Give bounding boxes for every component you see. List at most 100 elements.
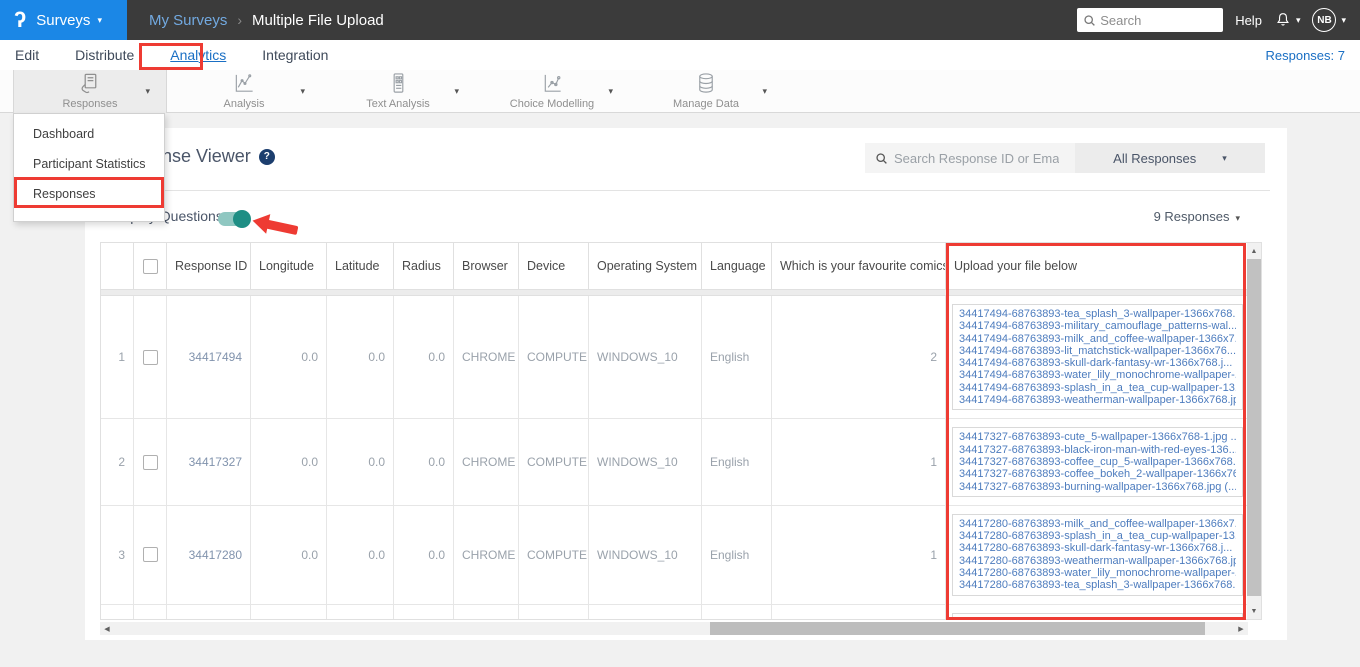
help-link[interactable]: Help [1235, 13, 1262, 28]
file-link[interactable]: 34417494-68763893-tea_splash_3-wallpaper… [959, 308, 1236, 320]
choice-modelling-icon [541, 72, 564, 95]
toolbar-analysis[interactable]: ▾ Analysis [167, 70, 321, 113]
header-operating-system[interactable]: Operating System [589, 243, 702, 289]
toolbar-manage-data[interactable]: ▾ Manage Data [629, 70, 783, 113]
header-favourite-comics[interactable]: Which is your favourite comics? [772, 243, 946, 289]
file-list: 34417280-68763893-milk_and_coffee-wallpa… [952, 513, 1243, 596]
file-link[interactable]: 34417494-68763893-skull-dark-fantasy-wr-… [959, 357, 1236, 369]
cell-operating-system: WINDOWS_10 [589, 296, 702, 419]
file-link[interactable]: 34417247-68763893-military_camouflage_pa… [959, 617, 1236, 619]
row-select-cell [134, 505, 167, 604]
file-link[interactable]: 34417494-68763893-lit_matchstick-wallpap… [959, 345, 1236, 357]
notifications-menu[interactable]: ▾ [1274, 11, 1300, 29]
header-upload-file[interactable]: Upload your file below [946, 243, 1249, 289]
select-all-checkbox[interactable] [142, 258, 158, 274]
cell-response-id[interactable]: 34417327 [167, 419, 251, 505]
file-link[interactable]: 34417280-68763893-tea_splash_3-wallpaper… [959, 579, 1236, 591]
header-device[interactable]: Device [519, 243, 589, 289]
toggle-knob [233, 210, 251, 228]
tab-edit[interactable]: Edit [15, 47, 39, 63]
file-link[interactable]: 34417327-68763893-burning-wallpaper-1366… [959, 481, 1236, 493]
tab-distribute[interactable]: Distribute [75, 47, 134, 63]
scroll-left-icon[interactable]: ◀ [100, 622, 114, 635]
display-questions-toggle[interactable] [218, 210, 251, 228]
text-analysis-icon [387, 72, 410, 95]
file-link[interactable]: 34417494-68763893-milk_and_coffee-wallpa… [959, 333, 1236, 345]
header-select-all [134, 243, 167, 289]
header-radius[interactable]: Radius [394, 243, 454, 289]
response-search[interactable] [865, 143, 1075, 173]
file-link[interactable]: 34417280-68763893-splash_in_a_tea_cup-wa… [959, 530, 1236, 542]
row-select-cell [134, 604, 167, 619]
surveys-menu[interactable]: Surveys ▾ [36, 12, 102, 29]
header-response-id[interactable]: Response ID▲ [167, 243, 251, 289]
menu-item-responses[interactable]: Responses [14, 179, 164, 209]
cell-longitude: 0.0 [251, 419, 327, 505]
cell-favourite-comics: 1 [772, 505, 946, 604]
page: ʔ Surveys ▾ My Surveys › Multiple File U… [0, 0, 1360, 667]
cell-upload-files: 34417247-68763893-military_camouflage_pa… [946, 605, 1249, 619]
file-link[interactable]: 34417280-68763893-milk_and_coffee-wallpa… [959, 518, 1236, 530]
file-link[interactable]: 34417280-68763893-skull-dark-fantasy-wr-… [959, 542, 1236, 554]
cell-radius [394, 604, 454, 619]
survey-tabbar: Edit Distribute Analytics Integration Re… [0, 40, 1360, 70]
global-search[interactable] [1077, 8, 1224, 32]
cell-radius: 0.0 [394, 505, 454, 604]
file-link[interactable]: 34417327-68763893-coffee_cup_5-wallpaper… [959, 456, 1236, 468]
horizontal-scrollbar-thumb[interactable] [710, 622, 1205, 635]
table-row: 34417247-68763893-military_camouflage_pa… [101, 604, 1249, 619]
toolbar-analysis-label: Analysis [223, 98, 265, 110]
response-search-input[interactable] [894, 150, 1059, 166]
file-link[interactable]: 34417494-68763893-splash_in_a_tea_cup-wa… [959, 382, 1236, 394]
file-link[interactable]: 34417280-68763893-weatherman-wallpaper-1… [959, 555, 1236, 567]
cell-response-id[interactable]: 34417494 [167, 296, 251, 419]
menu-item-dashboard[interactable]: Dashboard [14, 119, 164, 149]
toolbar-choice-modelling[interactable]: ▾ Choice Modelling [475, 70, 629, 113]
file-link[interactable]: 34417327-68763893-cute_5-wallpaper-1366x… [959, 431, 1236, 443]
questionpro-logo-icon: ʔ [14, 7, 27, 32]
tab-integration[interactable]: Integration [262, 47, 328, 63]
analytics-toolbar: ▾ Responses ▾ Analysis ▾ Text Analysis ▾… [0, 70, 1360, 113]
help-icon[interactable]: ? [258, 148, 275, 165]
toolbar-responses[interactable]: ▾ Responses [13, 70, 167, 113]
vertical-scrollbar-thumb[interactable] [1247, 259, 1261, 596]
menu-item-participant-statistics[interactable]: Participant Statistics [14, 149, 164, 179]
search-icon [876, 152, 887, 164]
header-language[interactable]: Language [702, 243, 772, 289]
tab-analytics[interactable]: Analytics [170, 47, 226, 63]
cell-response-id[interactable]: 34417280 [167, 505, 251, 604]
avatar: NB [1312, 8, 1337, 32]
file-link[interactable]: 34417327-68763893-coffee_bokeh_2-wallpap… [959, 468, 1236, 480]
cell-operating-system: WINDOWS_10 [589, 505, 702, 604]
file-link[interactable]: 34417494-68763893-water_lily_monochrome-… [959, 369, 1236, 381]
cell-response-id[interactable] [167, 604, 251, 619]
scroll-right-icon[interactable]: ▶ [1234, 622, 1248, 635]
scroll-down-icon[interactable]: ▼ [1247, 603, 1261, 619]
file-link[interactable]: 34417327-68763893-black-iron-man-with-re… [959, 444, 1236, 456]
file-link[interactable]: 34417494-68763893-weatherman-wallpaper-1… [959, 394, 1236, 406]
cell-latitude: 0.0 [327, 505, 394, 604]
account-menu[interactable]: NB ▾ [1312, 8, 1346, 32]
responses-dropdown-menu: Dashboard Participant Statistics Respons… [13, 113, 165, 222]
response-filter-select[interactable]: All Responses ▾ [1075, 143, 1265, 173]
file-link[interactable]: 34417280-68763893-water_lily_monochrome-… [959, 567, 1236, 579]
horizontal-scrollbar[interactable]: ◀ ▶ [100, 622, 1248, 635]
row-checkbox[interactable] [142, 454, 158, 470]
breadcrumb-my-surveys[interactable]: My Surveys [149, 12, 227, 29]
header-latitude[interactable]: Latitude [327, 243, 394, 289]
search-icon [1084, 14, 1096, 26]
scroll-up-icon[interactable]: ▲ [1247, 243, 1261, 259]
row-checkbox[interactable] [142, 349, 158, 365]
responses-count-dropdown[interactable]: 9 Responses ▾ [1140, 209, 1240, 224]
table-row: 1 34417494 0.0 0.0 0.0 CHROME COMPUTER W… [101, 296, 1249, 420]
header-longitude[interactable]: Longitude [251, 243, 327, 289]
toolbar-text-analysis[interactable]: ▾ Text Analysis [321, 70, 475, 113]
header-browser[interactable]: Browser [454, 243, 519, 289]
file-link[interactable]: 34417494-68763893-military_camouflage_pa… [959, 320, 1236, 332]
global-search-input[interactable] [1100, 12, 1211, 28]
top-navbar: ʔ Surveys ▾ My Surveys › Multiple File U… [0, 0, 1360, 40]
row-checkbox[interactable] [142, 547, 158, 563]
logo-block[interactable]: ʔ Surveys ▾ [0, 0, 127, 40]
vertical-scrollbar[interactable]: ▲ ▼ [1247, 243, 1261, 619]
chevron-down-icon: ▾ [300, 86, 305, 96]
